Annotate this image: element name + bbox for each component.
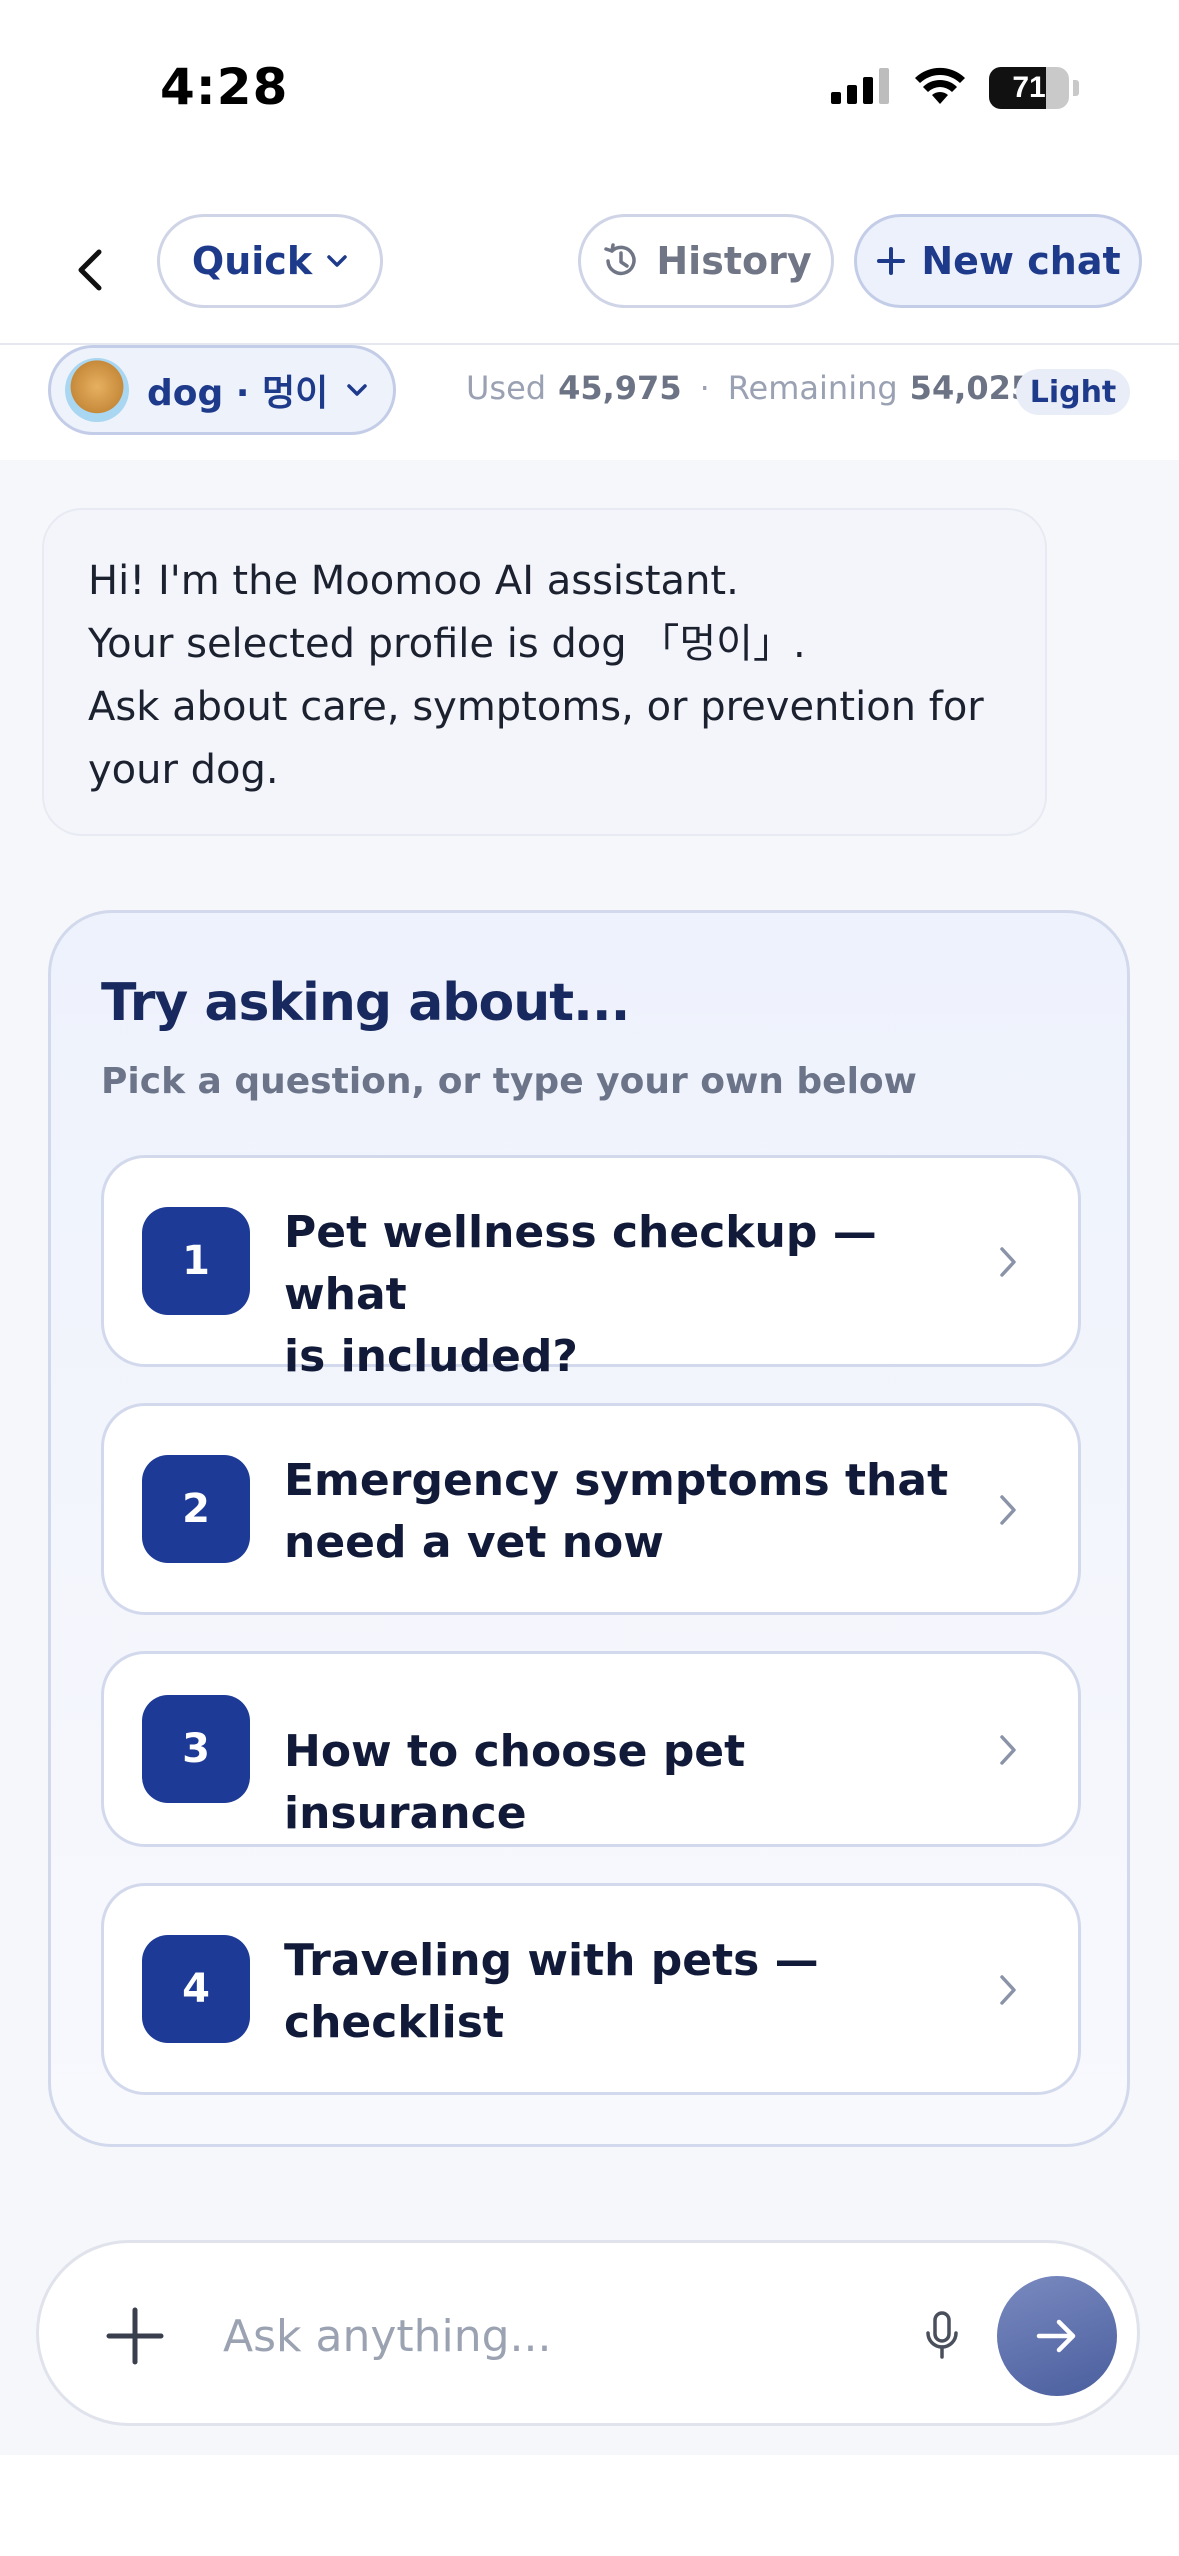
suggestions-title: Try asking about... xyxy=(101,973,630,1033)
suggestion-text-line: checklist xyxy=(284,1997,504,2048)
suggestion-text-line: How to choose pet insurance xyxy=(284,1726,746,1839)
plan-badge: Light xyxy=(1016,369,1130,415)
plus-icon xyxy=(106,2307,164,2365)
new-chat-button[interactable]: New chat xyxy=(854,214,1142,308)
profile-selector-button[interactable]: dog · 멍이 xyxy=(48,345,396,435)
message-input[interactable] xyxy=(223,2301,883,2371)
suggestion-text: How to choose pet insurance xyxy=(284,1721,974,1845)
chevron-down-icon xyxy=(347,384,368,396)
suggestion-text-line: Emergency symptoms that xyxy=(284,1455,949,1506)
history-label: History xyxy=(656,239,812,283)
attach-button[interactable] xyxy=(95,2296,175,2376)
status-bar: 4:28 71 xyxy=(0,0,1179,160)
chat-area[interactable]: Hi! I'm the Moomoo AI assistant. Your se… xyxy=(0,460,1179,2455)
suggestion-number: 2 xyxy=(142,1455,250,1563)
assistant-message: Hi! I'm the Moomoo AI assistant. Your se… xyxy=(42,508,1047,836)
remaining-label: Remaining xyxy=(727,369,898,407)
assistant-message-line: Hi! I'm the Moomoo AI assistant. xyxy=(88,558,739,604)
usage-info: Used 45,975 · Remaining 54,025 xyxy=(466,369,1033,407)
wifi-icon xyxy=(913,66,967,110)
chevron-right-icon xyxy=(988,1490,1028,1530)
suggestion-text: Traveling with pets — checklist xyxy=(284,1930,974,2054)
suggestion-item-3[interactable]: 3 How to choose pet insurance xyxy=(101,1651,1081,1847)
battery-icon: 71 xyxy=(989,67,1079,109)
chevron-right-icon xyxy=(988,1970,1028,2010)
history-clock-icon xyxy=(604,243,637,276)
back-button[interactable] xyxy=(60,240,120,300)
status-time: 4:28 xyxy=(160,58,289,116)
top-bar: Quick History New chat xyxy=(0,200,1179,345)
suggestion-text-line: Traveling with pets — xyxy=(284,1935,819,1986)
suggestions-subtitle: Pick a question, or type your own below xyxy=(101,1061,917,1102)
suggestion-text-line: is included? xyxy=(284,1331,578,1382)
suggestion-number: 3 xyxy=(142,1695,250,1803)
suggestion-text-line: Pet wellness checkup — what xyxy=(284,1207,877,1320)
chevron-right-icon xyxy=(988,1730,1028,1770)
history-button[interactable]: History xyxy=(578,214,834,308)
plus-icon xyxy=(877,247,906,275)
chevron-right-icon xyxy=(988,1242,1028,1282)
microphone-icon xyxy=(926,2311,958,2359)
used-value: 45,975 xyxy=(558,369,682,407)
suggestion-item-4[interactable]: 4 Traveling with pets — checklist xyxy=(101,1883,1081,2095)
mode-selector-button[interactable]: Quick xyxy=(157,214,383,308)
new-chat-label: New chat xyxy=(921,239,1121,283)
assistant-message-line: Ask about care, symptoms, or prevention … xyxy=(88,684,984,730)
chevron-down-icon xyxy=(327,255,347,267)
suggestion-text: Pet wellness checkup — what is included? xyxy=(284,1202,974,1388)
status-icons: 71 xyxy=(831,66,1079,110)
microphone-button[interactable] xyxy=(909,2303,975,2369)
composer-area xyxy=(0,2200,1179,2455)
suggestion-text: Emergency symptoms that need a vet now xyxy=(284,1450,974,1574)
suggestion-number: 4 xyxy=(142,1935,250,2043)
assistant-message-line: your dog. xyxy=(88,747,279,793)
suggestion-number: 1 xyxy=(142,1207,250,1315)
usage-separator: · xyxy=(699,369,710,407)
composer xyxy=(36,2240,1140,2426)
chevron-left-icon xyxy=(78,249,102,291)
used-label: Used xyxy=(466,369,547,407)
cellular-signal-icon xyxy=(831,68,891,108)
pet-avatar xyxy=(65,358,129,422)
profile-name: dog · 멍이 xyxy=(147,373,329,414)
send-button[interactable] xyxy=(997,2276,1117,2396)
suggestion-item-2[interactable]: 2 Emergency symptoms that need a vet now xyxy=(101,1403,1081,1615)
mode-label: Quick xyxy=(191,239,313,283)
arrow-right-icon xyxy=(1036,2319,1076,2353)
suggestion-text-line: need a vet now xyxy=(284,1517,664,1568)
remaining-value: 54,025 xyxy=(909,369,1034,407)
suggestions-card: Try asking about... Pick a question, or … xyxy=(48,910,1130,2147)
suggestion-item-1[interactable]: 1 Pet wellness checkup — what is include… xyxy=(101,1155,1081,1382)
profile-bar: dog · 멍이 Used 45,975 · Remaining 54,025 … xyxy=(0,345,1179,460)
battery-level: 71 xyxy=(1012,71,1046,104)
assistant-message-line: Your selected profile is dog 「멍이」. xyxy=(88,621,806,667)
